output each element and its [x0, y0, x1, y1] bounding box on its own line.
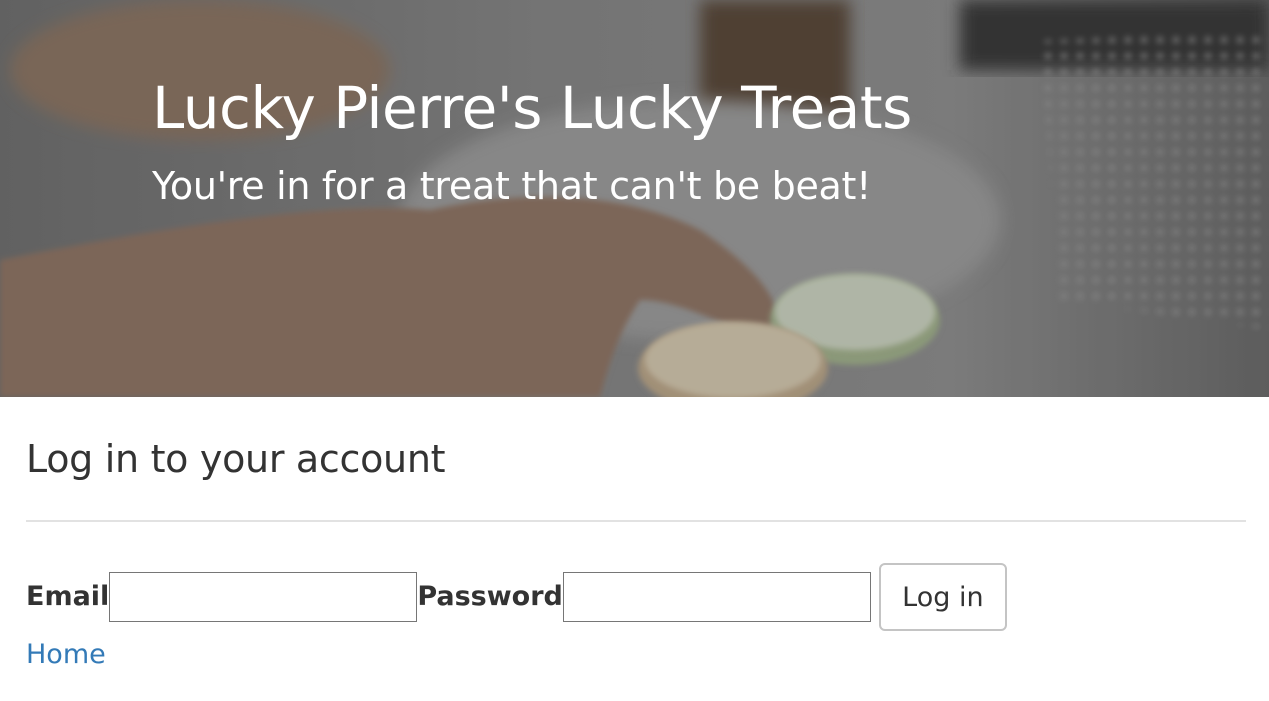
main-content: Log in to your account Email Password Lo… — [0, 397, 1269, 675]
password-label: Password — [417, 581, 563, 612]
site-tagline: You're in for a treat that can't be beat… — [152, 164, 872, 208]
password-field[interactable] — [562, 572, 871, 622]
home-link[interactable]: Home — [26, 635, 106, 675]
hero-banner: Lucky Pierre's Lucky Treats You're in fo… — [0, 0, 1269, 397]
email-field[interactable] — [109, 572, 418, 622]
hero-text: Lucky Pierre's Lucky Treats You're in fo… — [152, 70, 912, 208]
login-form: Email Password Log in — [26, 563, 1246, 631]
divider — [26, 520, 1246, 522]
login-button[interactable]: Log in — [878, 563, 1007, 631]
site-title: Lucky Pierre's Lucky Treats — [152, 74, 912, 142]
login-heading: Log in to your account — [26, 437, 446, 481]
email-label: Email — [26, 581, 110, 612]
